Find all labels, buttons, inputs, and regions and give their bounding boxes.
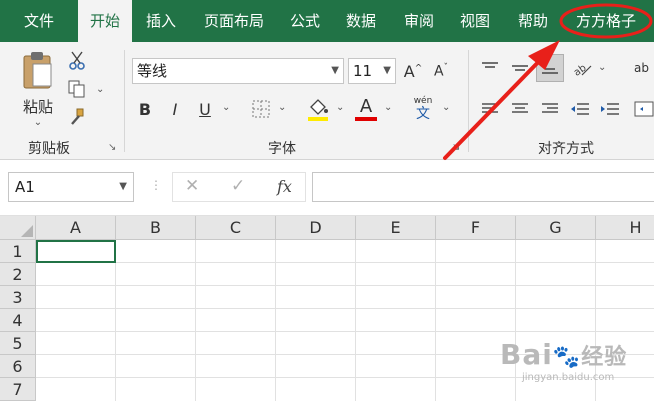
watermark-logo: Bai🐾经验: [500, 338, 628, 371]
watermark-url: jingyan.baidu.com: [522, 372, 615, 383]
watermark-brand: Bai: [500, 338, 553, 371]
watermark-brand2: 经验: [581, 345, 628, 370]
